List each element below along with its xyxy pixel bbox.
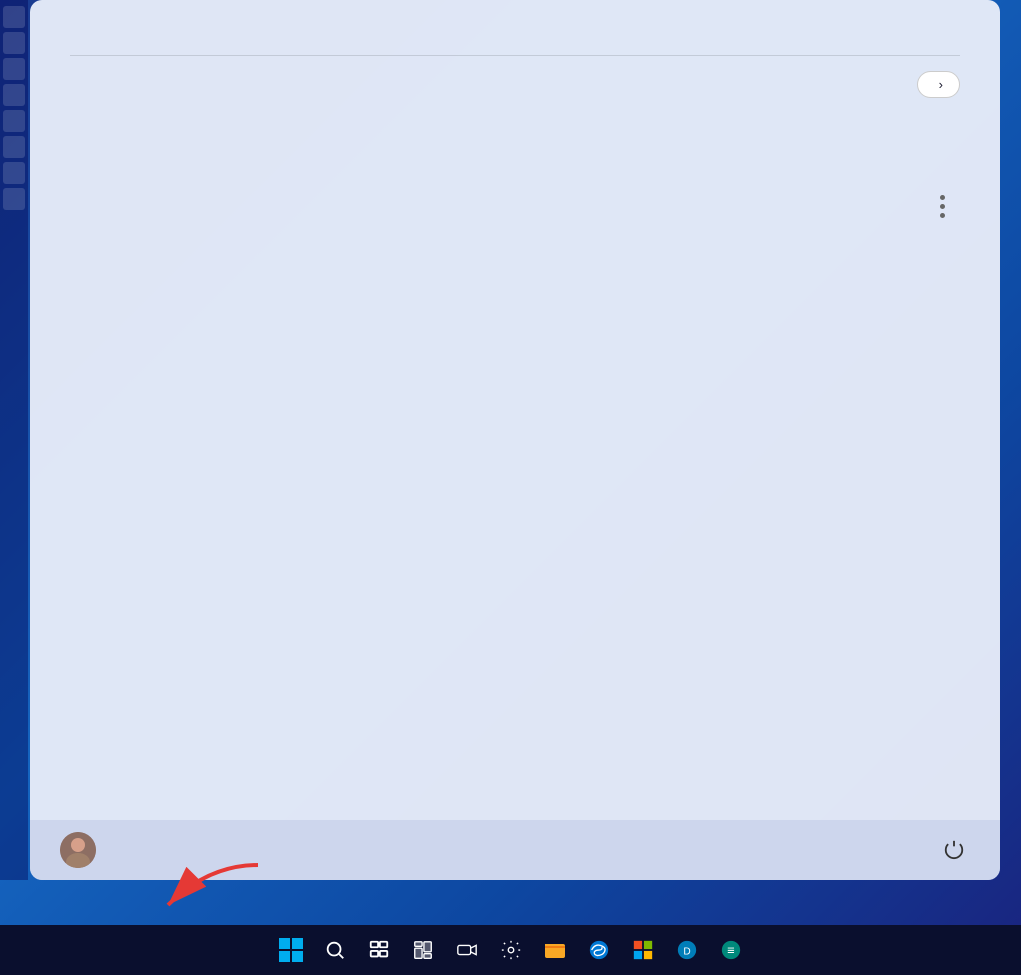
taskbar-edge-button[interactable] <box>579 930 619 970</box>
dot-3 <box>940 213 945 218</box>
taskbar-settings-button[interactable] <box>491 930 531 970</box>
section-divider <box>70 55 960 56</box>
chevron-right-icon: › <box>939 77 943 92</box>
user-info[interactable] <box>60 832 108 868</box>
taskbar: D ≡ <box>0 925 1021 975</box>
svg-text:D: D <box>683 947 690 958</box>
taskbar-extra-button[interactable]: ≡ <box>711 930 751 970</box>
more-button[interactable]: › <box>917 71 960 98</box>
pinned-section <box>70 30 960 50</box>
left-sidebar <box>0 0 28 880</box>
avatar <box>60 832 96 868</box>
pagination-dots[interactable] <box>940 195 945 218</box>
task-view-button[interactable] <box>359 930 399 970</box>
svg-text:≡: ≡ <box>727 943 735 958</box>
power-button[interactable] <box>938 834 970 866</box>
bottom-bar <box>30 820 1000 880</box>
desktop: › <box>0 0 1021 975</box>
file-explorer-button[interactable] <box>535 930 575 970</box>
recommended-section: › <box>70 71 960 805</box>
dot-2 <box>940 204 945 209</box>
search-button[interactable] <box>315 930 355 970</box>
start-button[interactable] <box>271 930 311 970</box>
taskbar-center: D ≡ <box>271 930 751 970</box>
start-menu: › <box>30 0 1000 880</box>
teams-button[interactable] <box>447 930 487 970</box>
taskbar-store-button[interactable] <box>623 930 663 970</box>
widgets-button[interactable] <box>403 930 443 970</box>
recommended-header: › <box>70 71 960 98</box>
taskbar-dell-button[interactable]: D <box>667 930 707 970</box>
dot-1 <box>940 195 945 200</box>
